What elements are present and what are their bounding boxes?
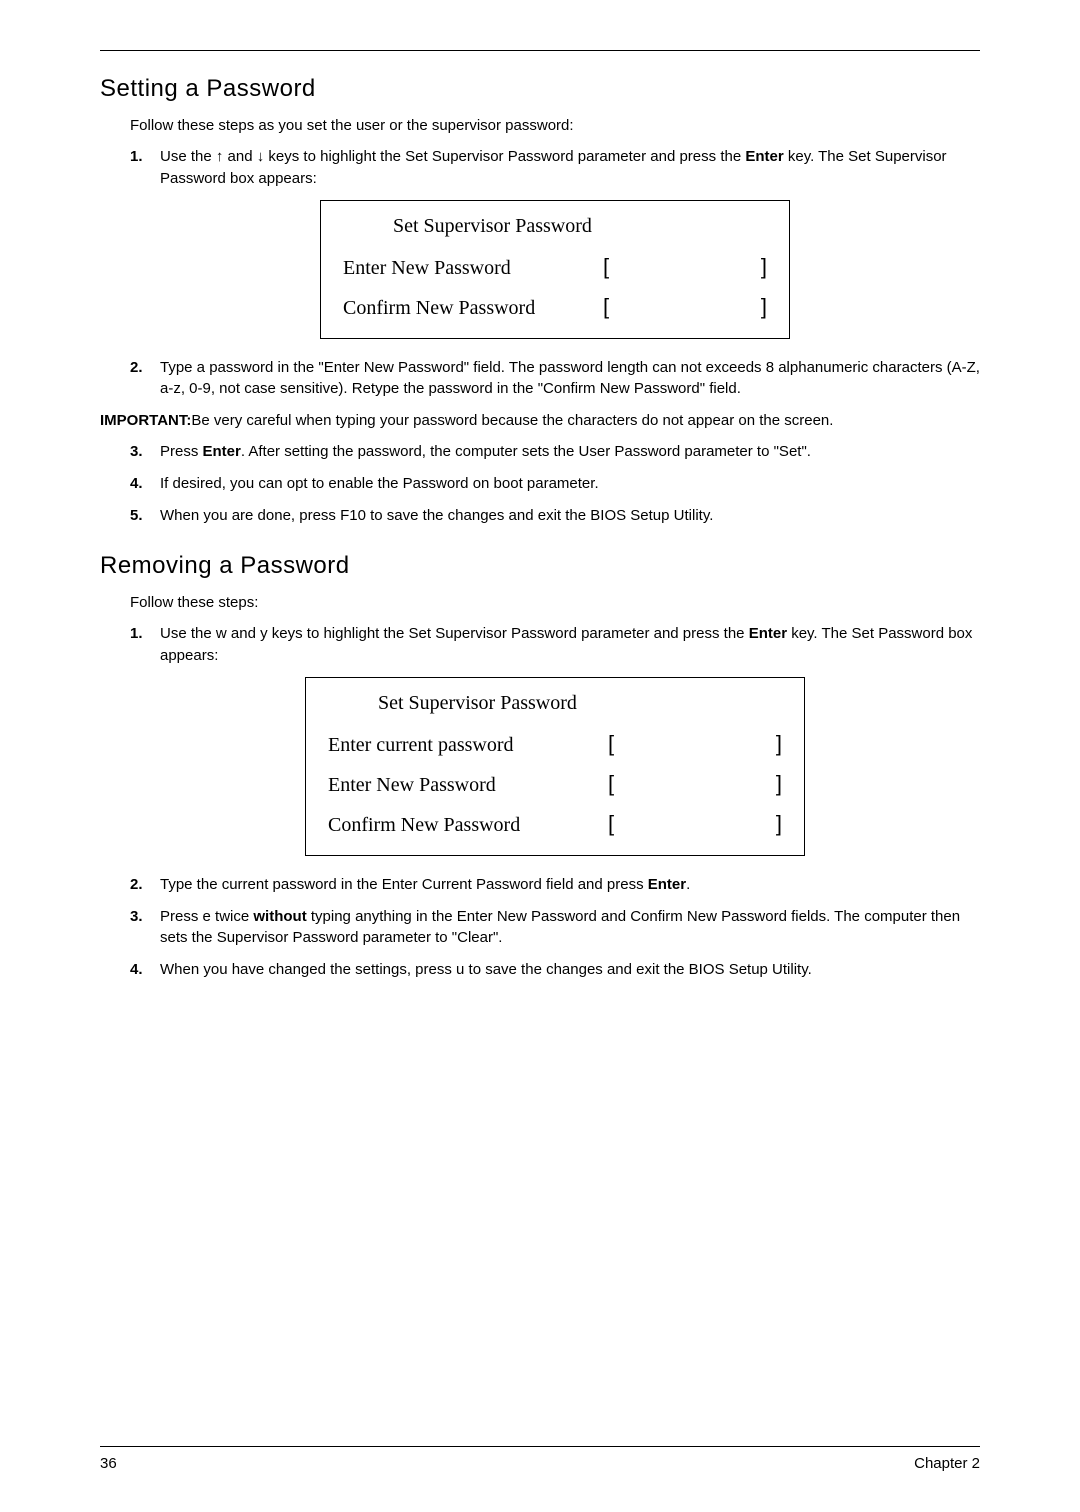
bios-row-enter-new: Enter New Password [ ] [343, 254, 767, 280]
setting-intro: Follow these steps as you set the user o… [130, 117, 980, 134]
bios-field-label: Enter current password [328, 734, 608, 757]
bios-row-enter-current: Enter current password [ ] [328, 731, 782, 757]
bios-field-label: Confirm New Password [343, 297, 603, 320]
bracket-right: ] [776, 731, 782, 757]
list-number: 3. [130, 906, 160, 950]
text-fragment: When you have changed the settings, pres… [160, 961, 456, 978]
text-fragment: Press [160, 443, 203, 460]
important-text: Be very careful when typing your passwor… [191, 412, 833, 429]
removing-step-4: 4. When you have changed the settings, p… [130, 959, 980, 981]
setting-step-2: 2. Type a password in the "Enter New Pas… [130, 357, 980, 401]
text-fragment: . After setting the password, the comput… [241, 443, 811, 460]
enter-key-label: Enter [648, 876, 686, 893]
enter-key-label: Enter [203, 443, 241, 460]
removing-step-2: 2. Type the current password in the Ente… [130, 874, 980, 896]
bios-dialog-set-password: Set Supervisor Password Enter New Passwo… [320, 200, 790, 339]
chapter-label: Chapter 2 [914, 1455, 980, 1472]
removing-step-3: 3. Press e twice without typing anything… [130, 906, 980, 950]
step-text: Type a password in the "Enter New Passwo… [160, 357, 980, 401]
text-fragment: keys to highlight the Set Supervisor Pas… [264, 148, 745, 165]
bios-dialog-title: Set Supervisor Password [343, 215, 767, 238]
list-number: 3. [130, 441, 160, 463]
list-number: 2. [130, 874, 160, 896]
text-fragment: Use the [160, 148, 216, 165]
setting-step-1: 1. Use the ↑ and ↓ keys to highlight the… [130, 146, 980, 190]
page-number: 36 [100, 1455, 117, 1472]
w-key: w [216, 625, 227, 642]
important-note: IMPORTANT:Be very careful when typing yo… [100, 412, 980, 429]
bracket-right: ] [776, 771, 782, 797]
bracket-right: ] [761, 294, 767, 320]
removing-step-1: 1. Use the w and y keys to highlight the… [130, 623, 980, 667]
list-number: 1. [130, 146, 160, 190]
bracket-left: [ [608, 731, 614, 757]
bios-row-confirm-new: Confirm New Password [ ] [343, 294, 767, 320]
text-fragment: Press [160, 908, 203, 925]
list-number: 4. [130, 473, 160, 495]
heading-setting-password: Setting a Password [100, 75, 980, 103]
bracket-right: ] [776, 811, 782, 837]
bios-dialog-remove-password: Set Supervisor Password Enter current pa… [305, 677, 805, 856]
bios-field-label: Enter New Password [328, 774, 608, 797]
top-rule [100, 50, 980, 51]
list-number: 5. [130, 505, 160, 527]
list-number: 1. [130, 623, 160, 667]
text-fragment: and [223, 148, 256, 165]
text-fragment: to save the changes and exit the BIOS Se… [464, 961, 811, 978]
list-number: 2. [130, 357, 160, 401]
page-footer: 36 Chapter 2 [100, 1446, 980, 1472]
text-fragment: keys to highlight the Set Supervisor Pas… [268, 625, 749, 642]
y-key: y [260, 625, 268, 642]
e-key: e [203, 908, 211, 925]
without-label: without [253, 908, 306, 925]
enter-key-label: Enter [745, 148, 783, 165]
bracket-left: [ [603, 294, 609, 320]
bios-dialog-title: Set Supervisor Password [328, 692, 782, 715]
footer-rule [100, 1446, 980, 1447]
bracket-left: [ [603, 254, 609, 280]
text-fragment: Use the [160, 625, 216, 642]
bios-field-label: Enter New Password [343, 257, 603, 280]
bios-row-enter-new: Enter New Password [ ] [328, 771, 782, 797]
list-number: 4. [130, 959, 160, 981]
important-label: IMPORTANT: [100, 412, 191, 429]
setting-step-3: 3. Press Enter. After setting the passwo… [130, 441, 980, 463]
bracket-left: [ [608, 811, 614, 837]
bios-field-label: Confirm New Password [328, 814, 608, 837]
text-fragment: twice [211, 908, 254, 925]
text-fragment: . [686, 876, 690, 893]
bios-row-confirm-new: Confirm New Password [ ] [328, 811, 782, 837]
step-text: When you are done, press F10 to save the… [160, 505, 980, 527]
text-fragment: and [227, 625, 260, 642]
removing-intro: Follow these steps: [130, 594, 980, 611]
bracket-right: ] [761, 254, 767, 280]
enter-key-label: Enter [749, 625, 787, 642]
setting-step-4: 4. If desired, you can opt to enable the… [130, 473, 980, 495]
step-text: If desired, you can opt to enable the Pa… [160, 473, 980, 495]
setting-step-5: 5. When you are done, press F10 to save … [130, 505, 980, 527]
text-fragment: Type the current password in the Enter C… [160, 876, 648, 893]
heading-removing-password: Removing a Password [100, 552, 980, 580]
bracket-left: [ [608, 771, 614, 797]
